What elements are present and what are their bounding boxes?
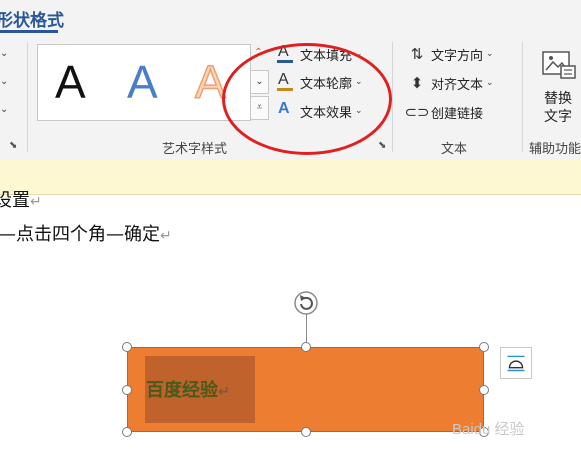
wordart-style-gallery: A A A xyxy=(37,44,251,121)
rotate-handle-icon[interactable] xyxy=(293,290,319,316)
shape-text-content: 百度经验 xyxy=(146,380,218,401)
shape-text[interactable]: 百度经验↵ xyxy=(146,376,230,402)
group-label-accessibility: 辅助功能 xyxy=(529,142,581,157)
align-text-label: 对齐文本 xyxy=(431,77,484,93)
text-direction-icon: ⇅ xyxy=(410,45,424,63)
group-separator xyxy=(392,42,393,152)
watermark: Baidu 经验 xyxy=(452,421,525,438)
group-label-wordart-styles: 艺术字样式 xyxy=(162,142,228,157)
link-icon: ⊂⊃ xyxy=(404,103,430,121)
group-separator xyxy=(27,42,28,152)
active-tab-indicator xyxy=(0,30,58,33)
tab-strip xyxy=(0,0,581,34)
layout-options-icon[interactable] xyxy=(500,347,532,379)
tab-shape-format[interactable]: 形状格式 xyxy=(0,6,64,31)
resize-handle[interactable] xyxy=(122,427,132,437)
resize-handle[interactable] xyxy=(479,342,489,352)
document-text: —点击四个角—确定 xyxy=(0,224,160,245)
wordart-style-black[interactable]: A xyxy=(55,59,86,105)
chevron-down-icon[interactable]: ⌄ xyxy=(0,76,8,87)
info-bar xyxy=(0,160,581,195)
dialog-launcher-icon[interactable]: ⬊ xyxy=(378,140,386,151)
text-direction-label: 文字方向 xyxy=(431,48,484,64)
document-text: 设置 xyxy=(0,190,30,211)
chevron-down-icon[interactable]: ⌄ xyxy=(0,104,8,115)
paragraph-mark: ↵ xyxy=(160,228,172,244)
create-link-label: 创建链接 xyxy=(431,106,484,122)
resize-handle[interactable] xyxy=(122,342,132,352)
wordart-style-blue[interactable]: A xyxy=(127,59,158,105)
group-label-text: 文本 xyxy=(441,142,468,157)
dialog-launcher-icon[interactable]: ⬊ xyxy=(9,140,17,151)
paragraph-mark: ↵ xyxy=(218,384,230,400)
annotation-circle xyxy=(222,43,392,155)
paragraph-mark: ↵ xyxy=(30,194,42,210)
document-text-line: 设置↵ xyxy=(0,186,42,212)
chevron-down-icon[interactable]: ⌄ xyxy=(0,48,8,59)
resize-handle[interactable] xyxy=(301,427,311,437)
create-link-button[interactable]: ⊂⊃ 创建链接 xyxy=(404,101,484,123)
alt-text-icon[interactable] xyxy=(541,48,577,82)
resize-handle[interactable] xyxy=(122,385,132,395)
align-text-icon: ⬍ xyxy=(410,74,424,92)
chevron-down-icon: ⌄ xyxy=(486,49,494,59)
text-direction-button[interactable]: ⇅ 文字方向 ⌄ xyxy=(407,43,494,65)
chevron-down-icon: ⌄ xyxy=(486,78,494,88)
alt-text-label[interactable]: 替换 xyxy=(544,88,572,108)
alt-text-label[interactable]: 文字 xyxy=(544,106,572,126)
resize-handle[interactable] xyxy=(479,385,489,395)
document-text-line: —点击四个角—确定↵ xyxy=(0,220,172,246)
group-separator xyxy=(522,42,523,152)
resize-handle[interactable] xyxy=(301,342,311,352)
align-text-button[interactable]: ⬍ 对齐文本 ⌄ xyxy=(407,72,494,94)
